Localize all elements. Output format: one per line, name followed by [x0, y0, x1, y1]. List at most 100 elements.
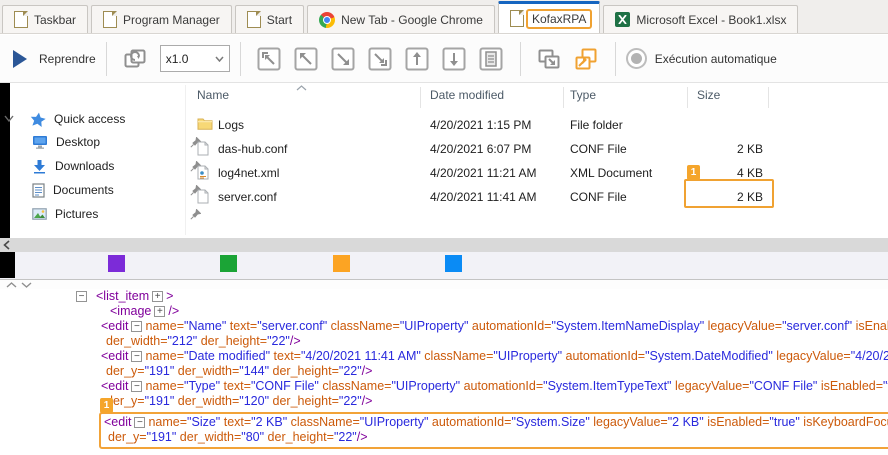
token-attr: der_height= — [264, 430, 334, 444]
expand-icon[interactable]: + — [152, 291, 163, 302]
collapse-icon[interactable]: − — [76, 291, 87, 302]
column-header-size[interactable]: Size — [697, 88, 720, 102]
play-icon — [13, 50, 27, 68]
column-header-date[interactable]: Date modified — [430, 88, 504, 102]
file-row[interactable]: log4net.xml4/20/2021 11:21 AMXML Documen… — [190, 162, 888, 186]
file-row[interactable]: Logs4/20/2021 1:15 PMFile folder — [190, 114, 888, 138]
token-tag: /> — [362, 364, 373, 378]
arrow-down-button[interactable] — [440, 45, 468, 73]
sidebar-item-label: Pictures — [55, 207, 98, 221]
auto-execution-indicator[interactable] — [626, 48, 647, 69]
token-val: "UIProperty" — [400, 319, 469, 333]
token-attr: name= — [145, 319, 184, 333]
scroll-left-icon[interactable] — [3, 240, 10, 250]
column-separator[interactable] — [420, 87, 421, 108]
zoom-value: x1.0 — [166, 52, 189, 66]
token-attr: className= — [287, 415, 360, 429]
file-row[interactable]: das-hub.conf4/20/2021 6:07 PMCONF File2 … — [190, 138, 888, 162]
tab-program-manager[interactable]: Program Manager — [91, 5, 232, 33]
sort-ascending-icon — [296, 85, 307, 91]
token-attr: legacyValue= — [704, 319, 782, 333]
tree-node-line[interactable]: der_y="191" der_width="120" der_height="… — [0, 394, 888, 409]
arrow-bottom-right-corner-button[interactable] — [366, 45, 394, 73]
tree-node-line[interactable]: der_y="191" der_width="144" der_height="… — [0, 364, 888, 379]
file-type: CONF File — [570, 142, 627, 156]
tree-node-line[interactable]: <edit−name="Type" text="CONF File" class… — [0, 379, 888, 394]
tree-node-line[interactable]: <edit−name="Date modified" text="4/20/20… — [0, 349, 888, 364]
spin-up-icon[interactable] — [6, 282, 17, 288]
bring-window-front-button[interactable] — [535, 45, 563, 73]
column-header-name[interactable]: Name — [197, 88, 229, 102]
token-attr: isEnabled= — [817, 379, 883, 393]
tab-kofaxrpa[interactable]: KofaxRPA — [498, 1, 600, 33]
tab-start[interactable]: Start — [235, 5, 304, 33]
focus-window-button[interactable] — [572, 45, 600, 73]
collapse-icon[interactable]: − — [131, 321, 142, 332]
kofax-rpa-device-automation-window: Taskbar Program Manager Start New Tab - … — [0, 0, 888, 455]
token-attr: automationId= — [562, 349, 645, 363]
tree-node-line[interactable]: <image+/> — [0, 304, 888, 319]
file-date: 4/20/2021 11:21 AM — [430, 166, 537, 180]
token-val: "2 KB" — [668, 415, 704, 429]
toolbar-separator — [615, 42, 616, 76]
zoom-select[interactable]: x1.0 — [160, 45, 230, 72]
token-val: "UIProperty" — [360, 415, 429, 429]
tab-label: Program Manager — [123, 13, 220, 27]
expand-icon[interactable]: + — [154, 306, 165, 317]
spin-down-icon[interactable] — [21, 282, 32, 288]
quick-access-item[interactable]: Quick access — [4, 107, 125, 131]
collapse-icon[interactable]: − — [131, 351, 142, 362]
column-separator[interactable] — [563, 87, 564, 108]
arrow-top-left-corner-button[interactable] — [255, 45, 283, 73]
arrow-up-button[interactable] — [403, 45, 431, 73]
token-attr: text= — [220, 415, 251, 429]
token-attr: isEnabled= — [852, 319, 888, 333]
column-header-type[interactable]: Type — [570, 88, 596, 102]
sidebar-item-documents[interactable]: Documents — [32, 178, 114, 202]
arrow-bottom-right-button[interactable] — [329, 45, 357, 73]
arrow-top-left-button[interactable] — [292, 45, 320, 73]
token-tag: > — [166, 289, 173, 303]
auto-execution-label: Exécution automatique — [655, 52, 777, 66]
arrow-top-left-icon — [293, 46, 319, 72]
tree-node-line[interactable]: <edit−name="Size" text="2 KB" className=… — [101, 415, 888, 430]
sidebar-item-pictures[interactable]: Pictures — [32, 202, 98, 226]
token-val: "UIProperty" — [391, 379, 460, 393]
page-icon — [247, 11, 261, 28]
pin-icon — [190, 209, 201, 220]
token-tag: <edit — [104, 415, 131, 429]
tab-label: New Tab - Google Chrome — [341, 13, 483, 27]
tab-label: Microsoft Excel - Book1.xlsx — [636, 13, 786, 27]
token-tag: <list_item — [96, 289, 149, 303]
tree-node-line[interactable]: <edit−name="Name" text="server.conf" cla… — [0, 319, 888, 334]
tree-node-line[interactable]: der_width="212" der_height="22"/> — [0, 334, 888, 349]
collapse-icon[interactable]: − — [134, 417, 145, 428]
toolbar-separator — [240, 42, 241, 76]
sidebar-item-desktop[interactable]: Desktop — [32, 130, 100, 154]
tree-node-line[interactable]: −<list_item+> — [0, 289, 888, 304]
match-count-badge: 1 — [100, 398, 113, 413]
token-val: "System.DateModified" — [645, 349, 773, 363]
token-attr: automationId= — [460, 379, 543, 393]
chevron-down-icon — [215, 56, 224, 62]
toolbar-separator — [106, 42, 107, 76]
token-attr: der_width= — [174, 364, 239, 378]
tab-chrome[interactable]: New Tab - Google Chrome — [307, 5, 495, 33]
token-val: "Type" — [184, 379, 220, 393]
token-attr: text= — [270, 349, 301, 363]
token-val: "UIProperty" — [493, 349, 562, 363]
change-screen-button[interactable] — [121, 45, 149, 73]
tab-excel[interactable]: Microsoft Excel - Book1.xlsx — [603, 5, 798, 33]
column-separator[interactable] — [768, 87, 769, 108]
resume-button[interactable] — [13, 45, 27, 73]
token-val: "191" — [145, 364, 175, 378]
file-row[interactable]: server.conf4/20/2021 11:41 AMCONF File2 … — [190, 186, 888, 210]
sidebar-item-downloads[interactable]: Downloads — [32, 154, 114, 178]
horizontal-scrollbar[interactable] — [0, 238, 888, 252]
collapse-icon[interactable]: − — [131, 381, 142, 392]
tree-node-line[interactable]: der_y="191" der_width="80" der_height="2… — [101, 430, 888, 445]
token-attr: der_y= — [106, 364, 145, 378]
column-separator[interactable] — [687, 87, 688, 108]
document-button[interactable] — [477, 45, 505, 73]
tab-taskbar[interactable]: Taskbar — [2, 5, 88, 33]
